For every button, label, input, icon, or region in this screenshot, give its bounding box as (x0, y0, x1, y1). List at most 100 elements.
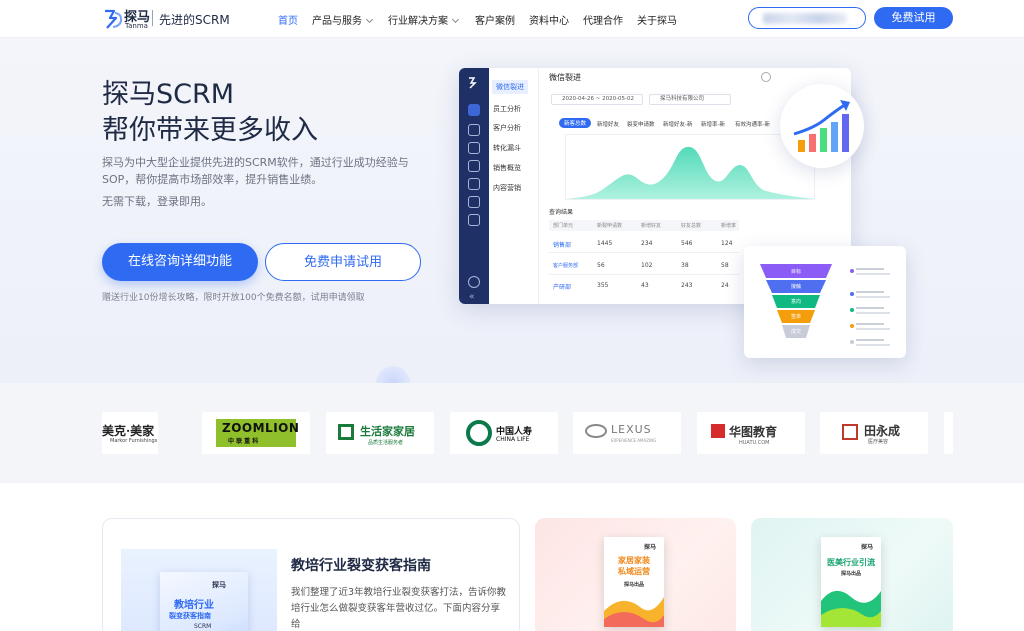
dashboard-tab: 新增好友-新 (663, 122, 693, 128)
consult-button[interactable]: 在线咨询详细功能 (102, 243, 258, 281)
guide-card-education[interactable]: 探马 教培行业 裂变获客指南 SCRM 教培行业裂变获客指南 我们整理了近3年教… (102, 518, 520, 631)
funnel-chart (760, 264, 890, 346)
funnel-label: 接触 (790, 284, 801, 290)
brand-logo-zoomlion: ZOOMLION 中 联 重 科 (202, 412, 310, 454)
book-tag: 探马出品 (623, 582, 644, 588)
book-logo: 探马 (212, 581, 226, 589)
document-icon (468, 178, 480, 190)
wave-chart (565, 134, 816, 200)
table-header-cell: 新增好友 (641, 223, 662, 229)
promo-note: 赠送行业10份增长攻略，限时开放100个免费名额，试用申请领取 (102, 293, 365, 303)
guide-description: 我们整理了近3年教培行业裂变获客打法，告诉你教培行业怎么做裂变获客年营收过亿。下… (291, 587, 507, 630)
dashboard-menu-item: 内容营销 (493, 184, 521, 192)
table-header-cell: 新裂申请数 (597, 223, 623, 229)
hero-title: 探马SCRM (102, 79, 235, 110)
book-logo: 探马 (861, 544, 874, 551)
dashboard-tab: 裂变申请数 (627, 122, 655, 128)
wave-chart-area (566, 146, 816, 199)
target-icon (468, 160, 480, 172)
date-range-field: 2020-04-26 ~ 2020-05-02 (551, 94, 643, 105)
nav-item-resources[interactable]: 资料中心 (529, 12, 569, 27)
brand-logo-tianyongcheng: 田永成 医疗美容 (820, 412, 928, 454)
logo-subtext: Tanma (125, 22, 148, 30)
nav-item-home[interactable]: 首页 (278, 12, 298, 27)
book-title: 私域运营 (618, 567, 650, 576)
book-title: 医美行业引流 (827, 558, 875, 567)
nav-item-products[interactable]: 产品与服务 (312, 12, 374, 27)
nav-item-solutions[interactable]: 行业解决方案 (388, 12, 460, 27)
dashboard-menu-item: 销售概览 (493, 164, 521, 172)
free-trial-button[interactable]: 免费试用 (874, 7, 953, 29)
dashboard-rail: « (459, 68, 489, 304)
grid-icon (468, 214, 480, 226)
table-row-cell: 43 (641, 282, 649, 289)
settings-icon (468, 276, 480, 288)
dashboard-tab: 新增率-新 (701, 122, 725, 128)
table-header-cell: 部门单元 (553, 223, 574, 229)
table-row-cell: 243 (681, 282, 693, 289)
brand-mark-icon (338, 424, 354, 440)
dashboard-menu-item: 转化漏斗 (493, 144, 521, 152)
funnel-card: 目标 接触 意向 签单 成交 (744, 246, 906, 358)
search-input[interactable] (748, 7, 866, 29)
table-header-cell: 好友总数 (681, 223, 702, 229)
hero-description: SOP，帮你提高市场部效率，提升销售业绩。 (102, 173, 323, 186)
book-cover: 探马 医美行业引流 探马出品 (821, 537, 881, 627)
refresh-icon (761, 72, 771, 82)
brand-mark-icon (585, 424, 607, 438)
funnel-label: 签单 (790, 314, 801, 320)
table-divider (549, 252, 739, 253)
table-divider (549, 274, 739, 275)
book-title: 家居家装 (618, 556, 650, 565)
guide-title[interactable]: 教培行业裂变获客指南 (291, 555, 431, 575)
table-row-cell: 355 (597, 282, 609, 289)
table-header-cell: 新增率 (721, 223, 737, 229)
table-row-cell: 产研部 (553, 284, 572, 291)
book-cover: 探马 家居家装 私域运营 探马出品 (604, 537, 664, 627)
brand-mark-icon (711, 424, 725, 438)
guide-card-home-furnishing[interactable]: 探马 家居家装 私域运营 探马出品 (535, 518, 736, 631)
funnel-label: 目标 (790, 269, 801, 275)
dashboard-menu-item: 微信裂进 (492, 80, 528, 94)
nav-item-about[interactable]: 关于探马 (637, 12, 677, 27)
nav-item-cases[interactable]: 客户案例 (475, 12, 515, 27)
hero-subtitle: 帮你带来更多收入 (102, 115, 318, 146)
brand-mark-icon (466, 420, 492, 446)
book-title: 教培行业 (174, 600, 214, 611)
guide-card-medical-beauty[interactable]: 探马 医美行业引流 探马出品 (751, 518, 953, 631)
book-tag: 探马出品 (840, 571, 861, 577)
growth-badge (780, 84, 864, 168)
brand-logo-shenghuojia: 生活家家居 品质生活服务者 (326, 412, 434, 454)
brand-mark-icon (842, 424, 858, 440)
book-logo: 探马 (644, 544, 657, 551)
table-title: 查询结果 (549, 209, 574, 216)
top-nav: 探马 Tanma 先进的SCRM 首页 产品与服务 行业解决方案 客户案例 资料… (0, 0, 1024, 38)
brand-logo-markor: 美克·美家 Markor Furnishings (102, 412, 158, 454)
shield-icon (468, 124, 480, 136)
nav-item-partners[interactable]: 代理合作 (583, 12, 623, 27)
brand-logo-huatu: 华图教育 HUATU.COM (697, 412, 805, 454)
dashboard-title: 微信裂进 (549, 73, 581, 82)
table-row-cell: 客户服务部 (553, 263, 579, 269)
apply-trial-button[interactable]: 免费申请试用 (265, 243, 421, 281)
table-row-cell: 102 (641, 262, 653, 269)
table-row-cell: 56 (597, 262, 605, 269)
growth-chart-icon (793, 100, 850, 152)
table-row-cell: 234 (641, 240, 653, 247)
brand-logo-lexus: LEXUS EXPERIENCE AMAZING (573, 412, 681, 454)
brand-logo-partial (944, 412, 953, 454)
users-icon (468, 142, 480, 154)
collapse-icon: « (469, 292, 475, 302)
table-row-cell: 58 (721, 262, 729, 269)
table-row-cell: 38 (681, 262, 689, 269)
book-tag: SCRM (194, 623, 212, 630)
dashboard-menu-item: 客户分析 (493, 124, 521, 132)
book-art (604, 597, 664, 627)
tanma-logo-icon (469, 77, 477, 89)
company-field: 探马科技有限公司 (649, 94, 731, 105)
book-art (821, 590, 881, 627)
brand-logo-chinalife: 中国人寿 CHINA LIFE (450, 412, 558, 454)
dashboard-tab: 新客总数 (559, 118, 592, 128)
logo-divider (152, 10, 153, 26)
logo-slogan: 先进的SCRM (159, 13, 230, 27)
